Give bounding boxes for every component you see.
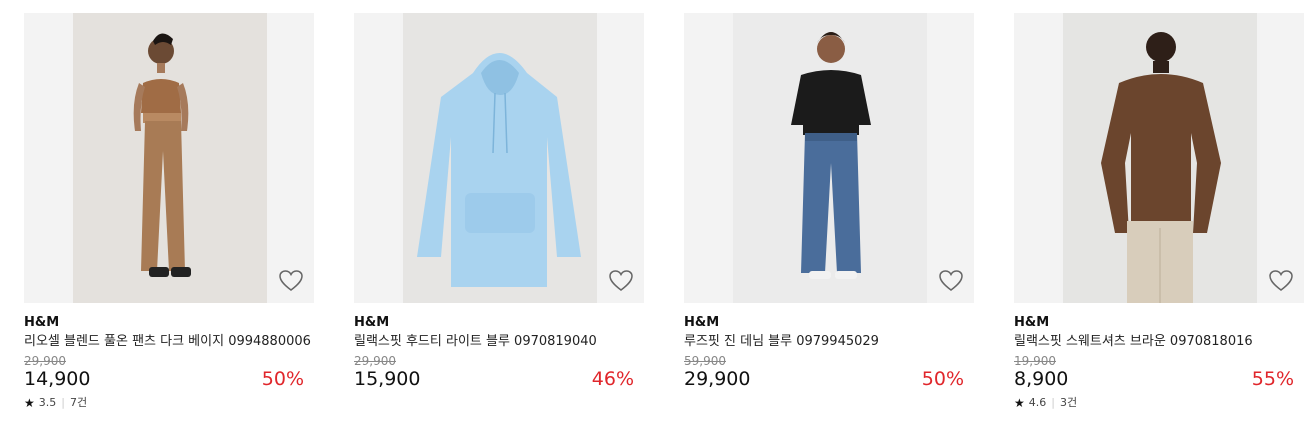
- review-count: 3건: [1059, 396, 1078, 409]
- product-card[interactable]: H&M 릴랙스핏 스웨트셔츠 브라운 0970818016 19,900 8,9…: [1014, 13, 1304, 410]
- original-price: 19,900: [1014, 354, 1056, 368]
- price-row: 29,900 50%: [684, 368, 974, 390]
- product-image-area[interactable]: [354, 13, 644, 303]
- product-image[interactable]: [73, 13, 267, 303]
- heart-icon[interactable]: [278, 269, 304, 293]
- product-brand: H&M: [1014, 315, 1050, 330]
- discount-rate: 46%: [591, 368, 634, 390]
- product-image-area[interactable]: [24, 13, 314, 303]
- original-price: 59,900: [684, 354, 726, 368]
- discount-rate: 55%: [1251, 368, 1294, 390]
- product-title[interactable]: 루즈핏 진 데님 블루 0979945029: [684, 333, 974, 351]
- product-brand: H&M: [354, 315, 390, 330]
- discount-rate: 50%: [261, 368, 304, 390]
- sale-price: 15,900: [354, 368, 421, 390]
- discount-rate: 50%: [921, 368, 964, 390]
- original-price: 29,900: [24, 354, 66, 368]
- sale-price: 8,900: [1014, 368, 1069, 390]
- product-title[interactable]: 리오셀 블렌드 풀온 팬츠 다크 베이지 0994880006: [24, 333, 314, 351]
- divider: |: [1051, 396, 1055, 409]
- price-row: 8,900 55%: [1014, 368, 1304, 390]
- heart-icon[interactable]: [938, 269, 964, 293]
- product-image-area[interactable]: [1014, 13, 1304, 303]
- product-title[interactable]: 릴랙스핏 후드티 라이트 블루 0970819040: [354, 333, 644, 351]
- product-card[interactable]: H&M 리오셀 블렌드 풀온 팬츠 다크 베이지 0994880006 29,9…: [24, 13, 314, 410]
- price-row: 15,900 46%: [354, 368, 644, 390]
- product-card[interactable]: H&M 릴랙스핏 후드티 라이트 블루 0970819040 29,900 15…: [354, 13, 644, 390]
- review-count: 7건: [69, 396, 88, 409]
- rating-score: 3.5: [38, 396, 57, 409]
- product-grid: H&M 리오셀 블렌드 풀온 팬츠 다크 베이지 0994880006 29,9…: [0, 0, 1315, 447]
- product-card[interactable]: H&M 루즈핏 진 데님 블루 0979945029 59,900 29,900…: [684, 13, 974, 390]
- heart-icon[interactable]: [1268, 269, 1294, 293]
- rating-score: 4.6: [1028, 396, 1047, 409]
- product-brand: H&M: [24, 315, 60, 330]
- sale-price: 29,900: [684, 368, 751, 390]
- rating-row: ★ 4.6 | 3건: [1014, 396, 1304, 410]
- divider: |: [61, 396, 65, 409]
- heart-icon[interactable]: [608, 269, 634, 293]
- product-image[interactable]: [1063, 13, 1257, 303]
- original-price: 29,900: [354, 354, 396, 368]
- star-icon: ★: [1014, 396, 1025, 410]
- rating-row: ★ 3.5 | 7건: [24, 396, 314, 410]
- price-row: 14,900 50%: [24, 368, 314, 390]
- product-title[interactable]: 릴랙스핏 스웨트셔츠 브라운 0970818016: [1014, 333, 1304, 351]
- star-icon: ★: [24, 396, 35, 410]
- product-brand: H&M: [684, 315, 720, 330]
- product-image[interactable]: [733, 13, 927, 303]
- sale-price: 14,900: [24, 368, 91, 390]
- product-image[interactable]: [403, 13, 597, 303]
- product-image-area[interactable]: [684, 13, 974, 303]
